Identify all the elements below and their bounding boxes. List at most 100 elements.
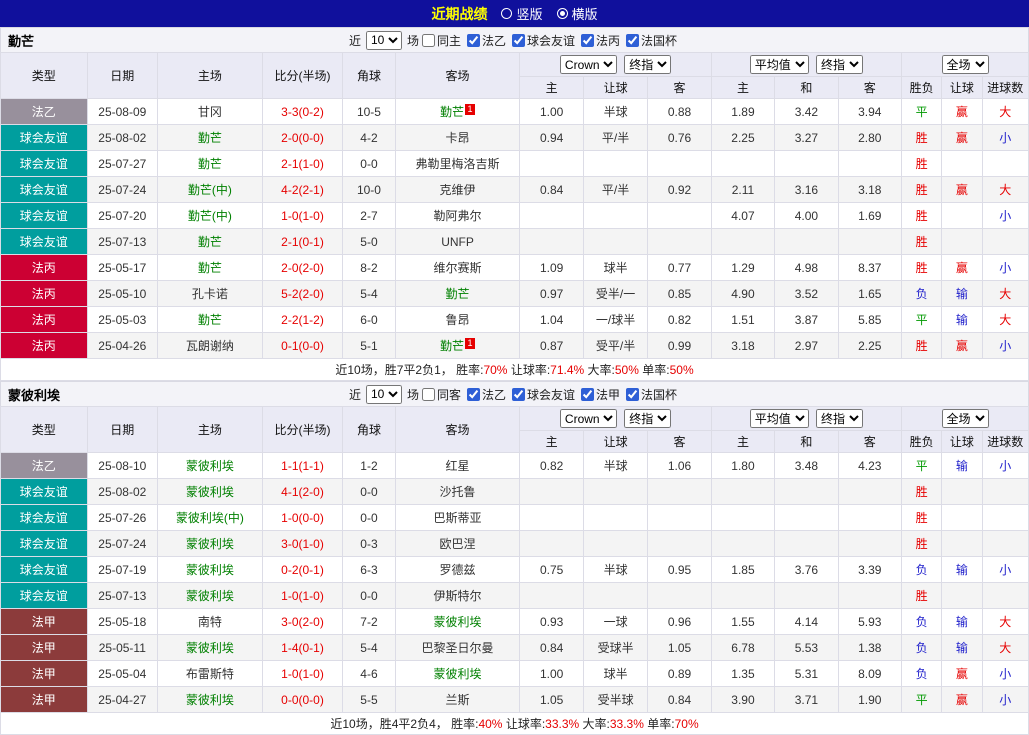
league-filter-option[interactable]: 球会友谊 bbox=[511, 32, 575, 49]
scope-select[interactable]: 全场 bbox=[941, 55, 989, 74]
league-filter-checkbox[interactable] bbox=[466, 387, 480, 401]
asian-away-odds-cell: 0.96 bbox=[647, 608, 712, 635]
team-link[interactable]: 蒙彼利埃 bbox=[186, 459, 234, 473]
team-link[interactable]: 勤芒 bbox=[440, 105, 464, 119]
league-cell[interactable]: 球会友谊 bbox=[0, 124, 88, 151]
league-cell[interactable]: 球会友谊 bbox=[0, 582, 88, 609]
league-filter-option[interactable]: 法丙 bbox=[580, 32, 620, 49]
league-cell[interactable]: 法甲 bbox=[0, 686, 88, 713]
team-link[interactable]: 维尔赛斯 bbox=[434, 261, 482, 275]
team-link[interactable]: 蒙彼利埃 bbox=[186, 693, 234, 707]
same-venue-option[interactable]: 同客 bbox=[421, 386, 461, 403]
league-filter-option[interactable]: 法甲 bbox=[580, 386, 620, 403]
team-link[interactable]: 勤芒 bbox=[198, 131, 222, 145]
layout-horizontal-option[interactable]: 横版 bbox=[556, 4, 598, 23]
odds-source-select[interactable]: Crown bbox=[559, 409, 617, 428]
league-filter-checkbox[interactable] bbox=[512, 387, 525, 401]
league-filter-option[interactable]: 法乙 bbox=[466, 32, 506, 49]
match-count-select[interactable]: 10 bbox=[365, 30, 402, 50]
team-link[interactable]: 蒙彼利埃 bbox=[186, 589, 234, 603]
team-link[interactable]: 蒙彼利埃 bbox=[186, 537, 234, 551]
scope-select[interactable]: 全场 bbox=[941, 409, 989, 428]
odds-source-select[interactable]: Crown bbox=[559, 55, 617, 74]
league-cell[interactable]: 法甲 bbox=[0, 608, 88, 635]
asian-line-header: 让球 bbox=[582, 76, 649, 99]
team-link[interactable]: 布雷斯特 bbox=[186, 667, 234, 681]
team-link[interactable]: 伊斯特尔 bbox=[434, 589, 482, 603]
league-cell[interactable]: 法甲 bbox=[0, 634, 88, 661]
league-filter-checkbox[interactable] bbox=[581, 387, 595, 401]
euro-average-select[interactable]: 平均值 bbox=[749, 409, 809, 428]
asian-final-select[interactable]: 终指 bbox=[624, 409, 672, 428]
league-filter-option[interactable]: 法乙 bbox=[466, 386, 506, 403]
league-cell[interactable]: 法乙 bbox=[0, 452, 88, 479]
league-cell[interactable]: 法丙 bbox=[0, 332, 88, 359]
team-link[interactable]: 蒙彼利埃 bbox=[186, 485, 234, 499]
team-link[interactable]: 鲁昂 bbox=[446, 313, 470, 327]
league-filter-checkbox[interactable] bbox=[626, 33, 640, 47]
match-count-select[interactable]: 10 bbox=[365, 384, 402, 404]
league-cell[interactable]: 球会友谊 bbox=[0, 228, 88, 255]
same-venue-checkbox[interactable] bbox=[421, 33, 435, 47]
team-link[interactable]: 红星 bbox=[446, 459, 470, 473]
team-link[interactable]: 巴斯蒂亚 bbox=[434, 511, 482, 525]
euro-average-select[interactable]: 平均值 bbox=[749, 55, 809, 74]
team-link[interactable]: 沙托鲁 bbox=[440, 485, 476, 499]
league-cell[interactable]: 球会友谊 bbox=[0, 504, 88, 531]
league-cell[interactable]: 球会友谊 bbox=[0, 530, 88, 557]
radio-selected-icon[interactable] bbox=[556, 8, 568, 19]
team-link[interactable]: 勤芒 bbox=[198, 235, 222, 249]
layout-vertical-option[interactable]: 竖版 bbox=[501, 4, 543, 23]
team-link[interactable]: 兰斯 bbox=[446, 693, 470, 707]
league-cell[interactable]: 法丙 bbox=[0, 254, 88, 281]
league-filter-checkbox[interactable] bbox=[581, 33, 595, 47]
league-cell[interactable]: 球会友谊 bbox=[0, 176, 88, 203]
team-link[interactable]: 孔卡诺 bbox=[192, 287, 228, 301]
league-cell[interactable]: 法丙 bbox=[0, 280, 88, 307]
team-link[interactable]: 蒙彼利埃 bbox=[186, 563, 234, 577]
league-filter-option[interactable]: 球会友谊 bbox=[511, 386, 575, 403]
team-link[interactable]: 蒙彼利埃 bbox=[434, 667, 482, 681]
league-filter-option[interactable]: 法国杯 bbox=[625, 386, 677, 403]
league-cell[interactable]: 球会友谊 bbox=[0, 202, 88, 229]
team-link[interactable]: 勤芒 bbox=[440, 339, 464, 353]
league-cell[interactable]: 法乙 bbox=[0, 98, 88, 125]
team-link[interactable]: 勤芒(中) bbox=[188, 183, 232, 197]
league-cell[interactable]: 球会友谊 bbox=[0, 556, 88, 583]
league-filter-checkbox[interactable] bbox=[466, 33, 480, 47]
team-link[interactable]: 瓦朗谢纳 bbox=[186, 339, 234, 353]
team-link[interactable]: 蒙彼利埃 bbox=[186, 641, 234, 655]
team-link[interactable]: 欧巴涅 bbox=[440, 537, 476, 551]
same-venue-option[interactable]: 同主 bbox=[421, 32, 461, 49]
euro-final-select[interactable]: 终指 bbox=[816, 55, 864, 74]
team-link[interactable]: 蒙彼利埃(中) bbox=[176, 511, 244, 525]
team-link[interactable]: 卡昂 bbox=[446, 131, 470, 145]
league-filter-option[interactable]: 法国杯 bbox=[625, 32, 677, 49]
team-link[interactable]: 弗勒里梅洛吉斯 bbox=[416, 157, 500, 171]
team-link[interactable]: UNFP bbox=[441, 235, 474, 249]
league-cell[interactable]: 球会友谊 bbox=[0, 150, 88, 177]
league-filter-checkbox[interactable] bbox=[626, 387, 640, 401]
team-link[interactable]: 勤芒 bbox=[198, 157, 222, 171]
asian-home-odds-cell bbox=[519, 202, 584, 229]
team-link[interactable]: 勤芒 bbox=[446, 287, 470, 301]
team-link[interactable]: 勒阿弗尔 bbox=[434, 209, 482, 223]
league-filter-checkbox[interactable] bbox=[512, 33, 525, 47]
same-venue-checkbox[interactable] bbox=[421, 387, 435, 401]
league-cell[interactable]: 球会友谊 bbox=[0, 478, 88, 505]
team-link[interactable]: 勤芒(中) bbox=[188, 209, 232, 223]
handicap-result-cell: 赢 bbox=[941, 332, 983, 359]
asian-final-select[interactable]: 终指 bbox=[624, 55, 672, 74]
team-link[interactable]: 巴黎圣日尔曼 bbox=[422, 641, 494, 655]
team-link[interactable]: 克维伊 bbox=[440, 183, 476, 197]
team-link[interactable]: 甘冈 bbox=[198, 105, 222, 119]
league-cell[interactable]: 法甲 bbox=[0, 660, 88, 687]
euro-final-select[interactable]: 终指 bbox=[816, 409, 864, 428]
team-link[interactable]: 南特 bbox=[198, 615, 222, 629]
radio-unselected-icon[interactable] bbox=[501, 8, 513, 19]
team-link[interactable]: 蒙彼利埃 bbox=[434, 615, 482, 629]
league-cell[interactable]: 法丙 bbox=[0, 306, 88, 333]
team-link[interactable]: 罗德兹 bbox=[440, 563, 476, 577]
team-link[interactable]: 勤芒 bbox=[198, 261, 222, 275]
team-link[interactable]: 勤芒 bbox=[198, 313, 222, 327]
